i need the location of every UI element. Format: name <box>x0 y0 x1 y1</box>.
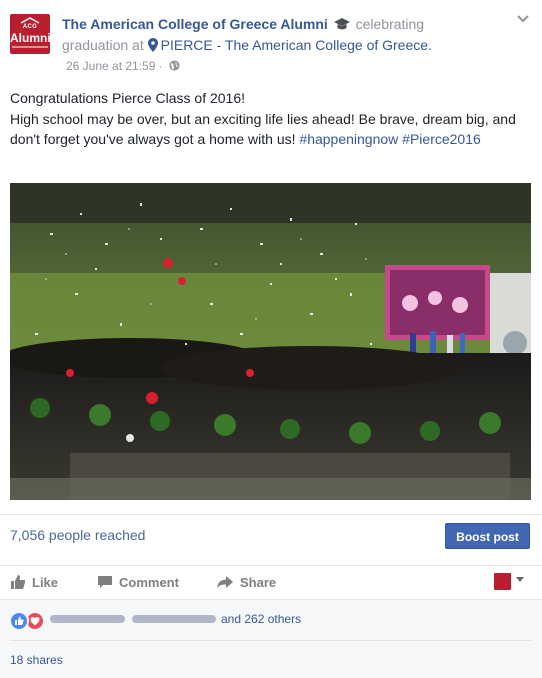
avatar-underline <box>12 46 48 48</box>
people-reached-link[interactable]: 7,056 people reached <box>10 527 145 543</box>
roof-logo-icon <box>20 17 40 24</box>
like-reaction-thumb-icon <box>15 616 24 625</box>
timestamp-link[interactable]: 26 June at 21:59 <box>66 59 155 73</box>
post-header: The American College of Greece Alumni ce… <box>62 14 482 56</box>
heart-icon <box>30 617 40 626</box>
shares-count-link[interactable]: 18 shares <box>10 653 63 667</box>
chevron-down-icon[interactable] <box>516 14 530 24</box>
facebook-post: ACG Alumni The American College of Greec… <box>0 0 542 678</box>
post-photo[interactable] <box>10 183 531 500</box>
comment-icon <box>98 576 112 588</box>
like-button[interactable]: Like <box>10 574 58 592</box>
comment-label: Comment <box>119 575 179 590</box>
footer-divider <box>10 640 532 641</box>
like-label: Like <box>32 575 59 590</box>
message-line-1: Congratulations Pierce Class of 2016! <box>10 90 246 106</box>
reactions-footer <box>0 599 542 678</box>
globe-icon[interactable] <box>169 60 180 71</box>
page-name-link[interactable]: The American College of Greece Alumni <box>62 16 328 32</box>
reactions-others-link[interactable]: and 262 others <box>221 612 301 626</box>
hashtag-pierce2016[interactable]: #Pierce2016 <box>402 131 481 147</box>
share-arrow-icon <box>217 576 233 588</box>
page-avatar[interactable]: ACG Alumni <box>10 14 50 54</box>
message-body: High school may be over, but an exciting… <box>10 109 525 150</box>
avatar-big-text: Alumni <box>10 31 50 45</box>
post-message: Congratulations Pierce Class of 2016! Hi… <box>10 88 525 150</box>
caret-down-icon[interactable] <box>515 576 525 584</box>
place-link[interactable]: PIERCE - The American College of Greece. <box>161 37 432 53</box>
meta-separator: · <box>158 59 163 73</box>
like-reaction-icon[interactable] <box>9 611 29 631</box>
graduation-photo <box>10 183 531 500</box>
hashtag-happeningnow[interactable]: #happeningnow <box>299 131 398 147</box>
post-meta: 26 June at 21:59 · <box>66 59 180 73</box>
blurred-reactor-names <box>50 615 216 623</box>
avatar-small-text: ACG <box>22 24 38 30</box>
thumbs-up-icon <box>11 575 26 589</box>
post-as-avatar[interactable] <box>494 573 511 590</box>
graduation-cap-icon <box>333 18 350 30</box>
location-pin-icon <box>147 38 158 52</box>
share-label: Share <box>240 575 277 590</box>
boost-post-button[interactable]: Boost post <box>445 523 530 549</box>
comment-button[interactable]: Comment <box>97 574 179 592</box>
share-button[interactable]: Share <box>216 574 276 592</box>
